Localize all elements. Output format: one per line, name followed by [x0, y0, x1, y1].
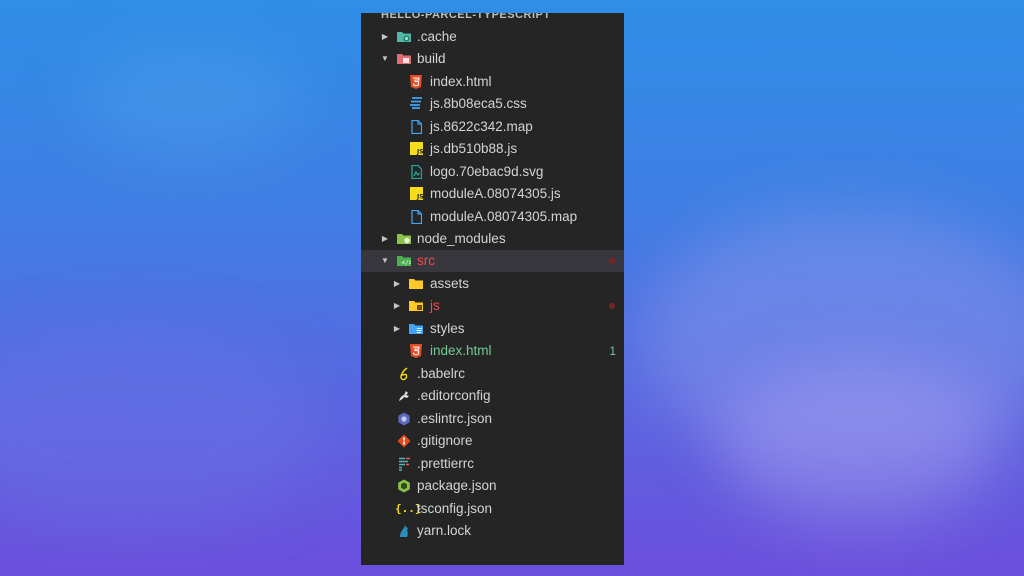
editorconfig-icon: [397, 389, 411, 403]
chevron-right-icon[interactable]: ▶: [392, 295, 402, 317]
error-status-dot: [609, 258, 615, 264]
svg-text:JS: JS: [416, 194, 423, 201]
tree-item-build-module-map[interactable]: moduleA.08074305.map: [361, 206, 624, 228]
tree-item-yarn-lock[interactable]: yarn.lock: [361, 520, 624, 542]
yarn-icon: [397, 524, 411, 538]
html-icon: [409, 344, 423, 358]
css-icon: [409, 97, 423, 111]
svg-text:JS: JS: [416, 149, 423, 156]
tree-item-styles-folder[interactable]: ▶ styles: [361, 318, 624, 340]
tree-item-js-folder[interactable]: ▶ js: [361, 295, 624, 317]
js-icon: JS: [409, 142, 423, 156]
tree-item-build-js[interactable]: JS js.db510b88.js: [361, 138, 624, 160]
chevron-right-icon[interactable]: ▶: [392, 318, 402, 340]
git-icon: [397, 434, 411, 448]
folder-assets-icon: [409, 277, 423, 291]
chevron-right-icon[interactable]: ▶: [392, 273, 402, 295]
html-icon: [409, 75, 423, 89]
tree-item-build-css[interactable]: js.8b08eca5.css: [361, 93, 624, 115]
eslint-icon: [397, 412, 411, 426]
folder-build-icon: [397, 52, 411, 66]
js-icon: JS: [409, 187, 423, 201]
error-status-dot: [609, 303, 615, 309]
tree-item-package-json[interactable]: package.json: [361, 475, 624, 497]
folder-node-icon: [397, 232, 411, 246]
tree-item-build-index-html[interactable]: index.html: [361, 71, 624, 93]
tree-item-src-folder[interactable]: ▼ </> src: [361, 250, 624, 272]
tree-item-cache-folder[interactable]: ▶ .cache: [361, 26, 624, 48]
tree-item-node-modules-folder[interactable]: ▶ node_modules: [361, 228, 624, 250]
tree-item-build-folder[interactable]: ▼ build: [361, 48, 624, 70]
tree-item-babelrc[interactable]: .babelrc: [361, 363, 624, 385]
modified-count-badge: 1: [609, 344, 616, 358]
tree-item-build-module-js[interactable]: JS moduleA.08074305.js: [361, 183, 624, 205]
folder-js-icon: [409, 299, 423, 313]
tree-item-editorconfig[interactable]: .editorconfig: [361, 385, 624, 407]
prettier-icon: [397, 457, 411, 471]
explorer-title: HELLO-PARCEL-TYPESCRIPT: [381, 13, 551, 21]
tree-item-build-map[interactable]: js.8622c342.map: [361, 116, 624, 138]
explorer-panel: HELLO-PARCEL-TYPESCRIPT ▶ .cache ▼ build…: [361, 13, 624, 565]
folder-styles-icon: [409, 322, 423, 336]
tree-item-tsconfig-json[interactable]: {..} tsconfig.json: [361, 498, 624, 520]
folder-cache-icon: [397, 30, 411, 44]
tree-item-gitignore[interactable]: .gitignore: [361, 430, 624, 452]
folder-src-icon: </>: [397, 254, 413, 268]
npm-icon: [397, 479, 411, 493]
map-file-icon: [409, 209, 423, 225]
tree-item-assets-folder[interactable]: ▶ assets: [361, 273, 624, 295]
svg-text:</>: </>: [402, 260, 412, 267]
tree-item-eslintrc[interactable]: .eslintrc.json: [361, 408, 624, 430]
babel-icon: [397, 367, 411, 381]
chevron-down-icon[interactable]: ▼: [380, 48, 390, 70]
tree-item-build-svg[interactable]: logo.70ebac9d.svg: [361, 161, 624, 183]
chevron-right-icon[interactable]: ▶: [380, 228, 390, 250]
chevron-down-icon[interactable]: ▼: [380, 250, 390, 272]
json-icon: {..}: [395, 502, 422, 515]
tree-item-prettierrc[interactable]: .prettierrc: [361, 453, 624, 475]
chevron-right-icon[interactable]: ▶: [380, 26, 390, 48]
tree-item-src-index-html[interactable]: index.html 1: [361, 340, 624, 362]
svg-icon: [409, 164, 423, 180]
map-file-icon: [409, 119, 423, 135]
